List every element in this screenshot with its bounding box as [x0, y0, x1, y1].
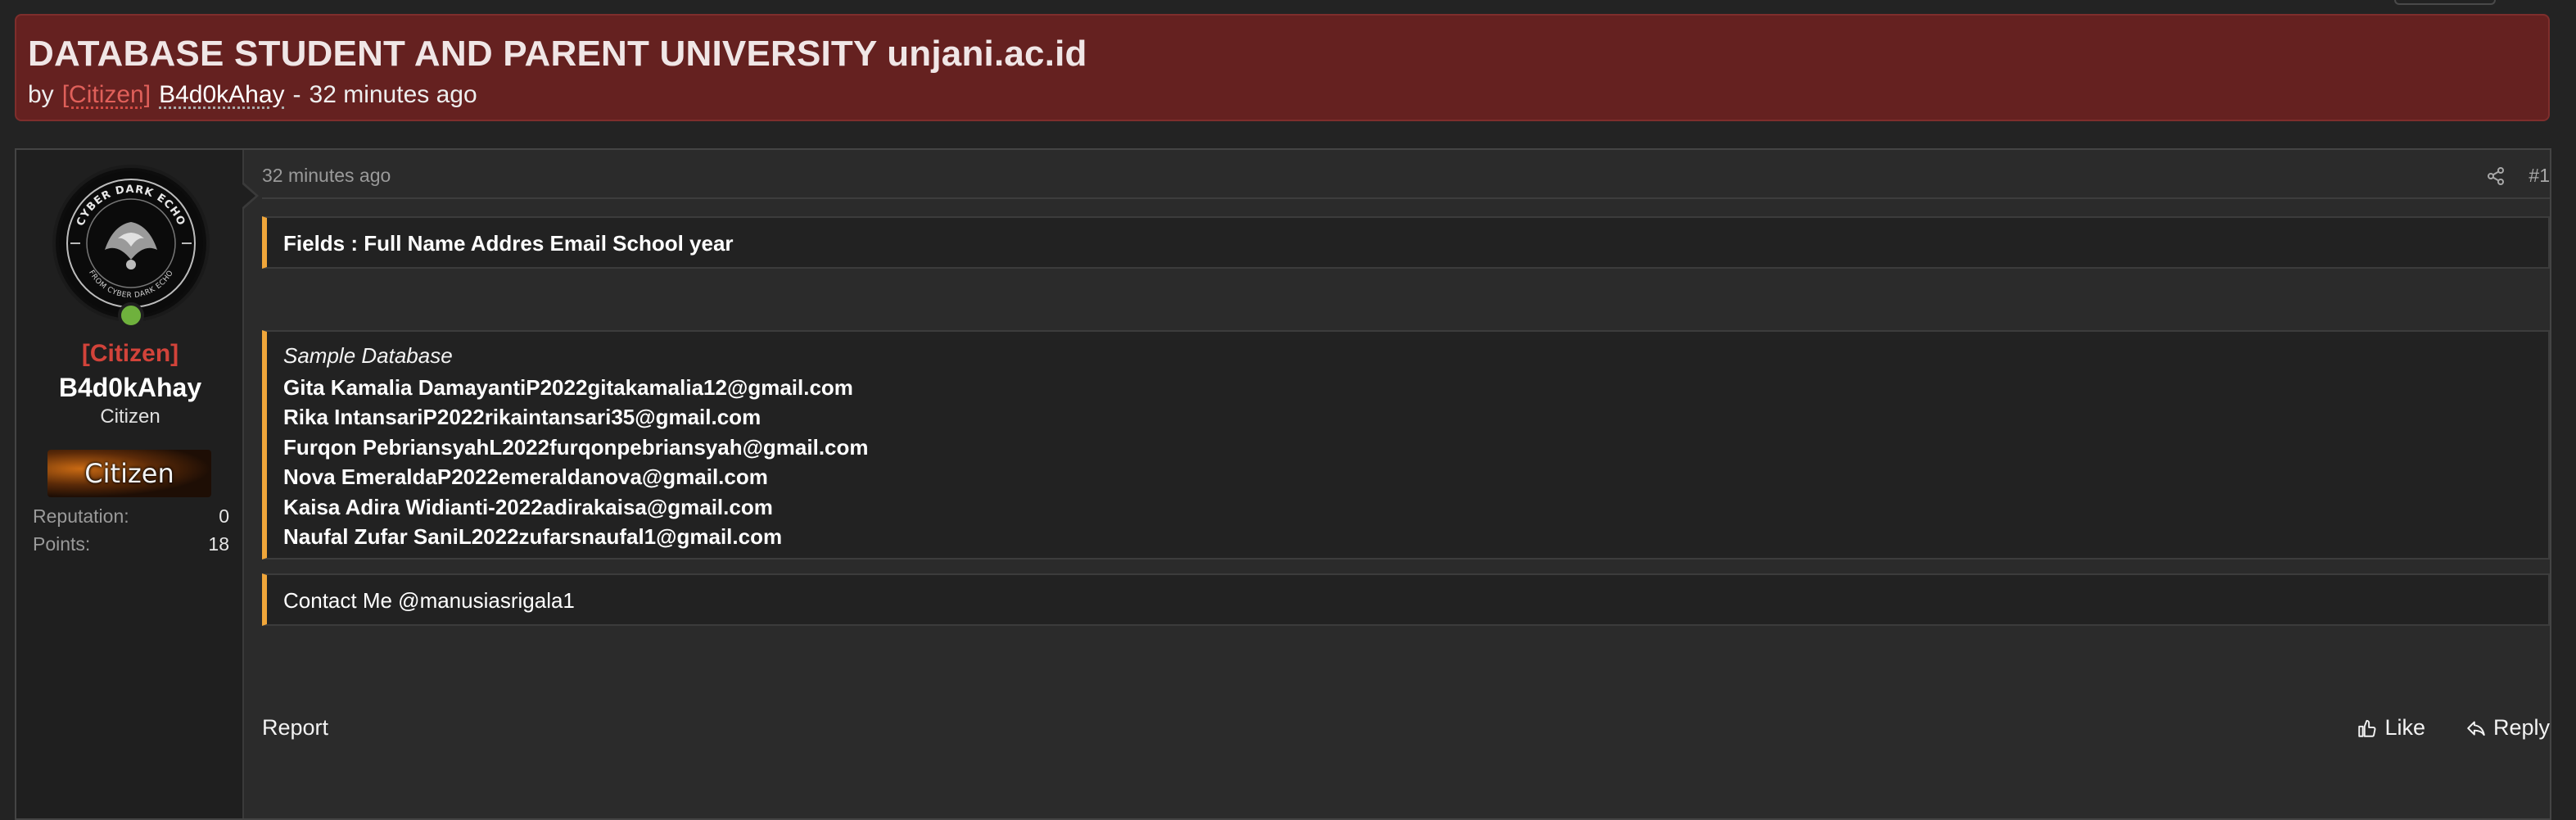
post-content: 32 minutes ago #1 Fields : Full Name Add… — [244, 150, 2550, 818]
list-item: Rika IntansariP2022rikaintansari35@gmail… — [283, 405, 762, 430]
author-tag: [Citizen] — [61, 81, 151, 108]
username-link[interactable]: B4d0kAhay — [16, 373, 244, 403]
cyber-dark-echo-logo-icon: CYBER DARK ECHO FROM CYBER DARK ECHO — [59, 171, 203, 315]
fields-line: Fields : Full Name Addres Email School y… — [283, 231, 734, 256]
stat-label: Reputation: — [33, 505, 129, 527]
stat-points: Points: 18 — [33, 533, 229, 555]
sample-intro: Sample Database — [283, 343, 453, 368]
top-button-edge — [2394, 0, 2496, 5]
user-tag: [Citizen] — [81, 340, 179, 367]
list-item: Furqon PebriansyahL2022furqonpebriansyah… — [283, 434, 869, 460]
share-icon[interactable] — [2486, 166, 2506, 186]
user-title: Citizen — [100, 405, 160, 428]
reply-label: Reply — [2492, 715, 2550, 740]
thumbs-up-icon — [2358, 719, 2376, 737]
meta-by: by — [28, 81, 54, 108]
stat-value: 0 — [219, 505, 229, 527]
post-actions: Report Like Reply — [262, 707, 2550, 746]
meta-separator: - — [292, 81, 301, 108]
like-label: Like — [2384, 715, 2425, 740]
list-item: Gita Kamalia DamayantiP2022gitakamalia12… — [283, 375, 853, 400]
sample-rows: Gita Kamalia DamayantiP2022gitakamalia12… — [283, 373, 869, 551]
post-number-link[interactable]: #1 — [2529, 165, 2550, 187]
post-time-link[interactable]: 32 minutes ago — [262, 165, 391, 187]
reply-icon — [2467, 720, 2485, 736]
list-item: Naufal Zufar SaniL2022zufarsnaufal1@gmai… — [283, 523, 783, 549]
contact-line: Contact Me @manusiasrigala1 — [283, 588, 575, 613]
avatar[interactable]: CYBER DARK ECHO FROM CYBER DARK ECHO — [52, 165, 210, 322]
thread-header: DATABASE STUDENT AND PARENT UNIVERSITY u… — [15, 14, 2550, 121]
thread-posted-time[interactable]: 32 minutes ago — [310, 81, 477, 109]
post-header: 32 minutes ago #1 — [262, 150, 2550, 199]
list-item: Kaisa Adira Widianti-2022adirakaisa@gmai… — [283, 494, 773, 519]
reply-button[interactable]: Reply — [2465, 715, 2550, 741]
post: CYBER DARK ECHO FROM CYBER DARK ECHO [Ci… — [15, 148, 2551, 820]
report-link[interactable]: Report — [262, 715, 328, 741]
stat-label: Points: — [33, 533, 91, 555]
thread-title: DATABASE STUDENT AND PARENT UNIVERSITY u… — [28, 34, 1087, 74]
online-status-icon — [118, 302, 144, 328]
rank-banner: Citizen — [47, 450, 211, 497]
user-sidebar: CYBER DARK ECHO FROM CYBER DARK ECHO [Ci… — [16, 150, 244, 818]
list-item: Nova EmeraldaP2022emeraldanova@gmail.com — [283, 464, 768, 490]
stat-reputation: Reputation: 0 — [33, 505, 229, 528]
thread-meta: by [Citizen] B4d0kAhay - 32 minutes ago — [28, 81, 477, 109]
author-link[interactable]: B4d0kAhay — [159, 81, 284, 109]
like-button[interactable]: Like — [2357, 715, 2425, 741]
stat-value: 18 — [208, 533, 229, 555]
fields-quote: Fields : Full Name Addres Email School y… — [262, 216, 2550, 269]
sample-quote: Sample Database Gita Kamalia DamayantiP2… — [262, 330, 2550, 560]
contact-quote: Contact Me @manusiasrigala1 — [262, 573, 2550, 626]
